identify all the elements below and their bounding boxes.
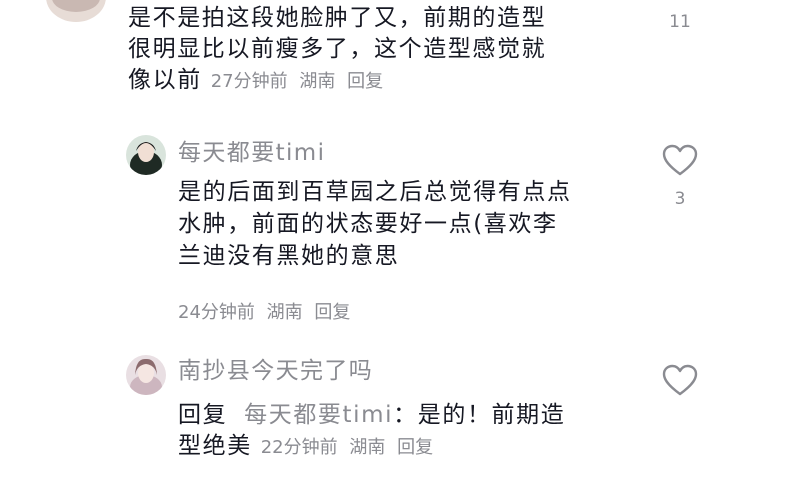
comment-meta: 22分钟前 湖南 回复 xyxy=(261,437,439,458)
like-count: 11 xyxy=(669,12,691,32)
reply-button[interactable]: 回复 xyxy=(347,71,383,92)
location: 湖南 xyxy=(299,71,336,92)
like-heart-icon[interactable] xyxy=(661,363,699,397)
comment-text: 是的后面到百草园之后总觉得有点点 水肿，前面的状态要好一点(喜欢李 兰迪没有黑她… xyxy=(178,179,572,269)
comment-text: 是不是拍这段她脸肿了又，前期的造型 很明显比以前瘦多了，这个造型感觉就 像以前 … xyxy=(128,5,547,93)
comment-meta: 27分钟前 湖南 回复 xyxy=(211,71,389,92)
avatar[interactable] xyxy=(126,135,166,175)
avatar[interactable] xyxy=(46,0,106,22)
like-count: 3 xyxy=(674,189,686,209)
comment-text: 回复 每天都要timi：是的！前期造 型绝美 22分钟前 湖南 回复 xyxy=(178,402,566,459)
timestamp: 22分钟前 xyxy=(260,437,338,458)
like-heart-icon[interactable] xyxy=(661,143,699,177)
reply-button[interactable]: 回复 xyxy=(314,302,350,323)
username[interactable]: 每天都要timi xyxy=(178,138,325,168)
comment-meta: 24分钟前 湖南 回复 xyxy=(178,298,356,324)
timestamp: 24分钟前 xyxy=(178,302,255,323)
location: 湖南 xyxy=(266,302,303,323)
username[interactable]: 南抄县今天完了吗 xyxy=(178,356,373,386)
timestamp: 27分钟前 xyxy=(210,71,288,92)
location: 湖南 xyxy=(349,437,386,458)
avatar[interactable] xyxy=(126,355,166,395)
reply-target-username[interactable]: 每天都要timi xyxy=(244,402,393,428)
reply-button[interactable]: 回复 xyxy=(397,437,433,458)
